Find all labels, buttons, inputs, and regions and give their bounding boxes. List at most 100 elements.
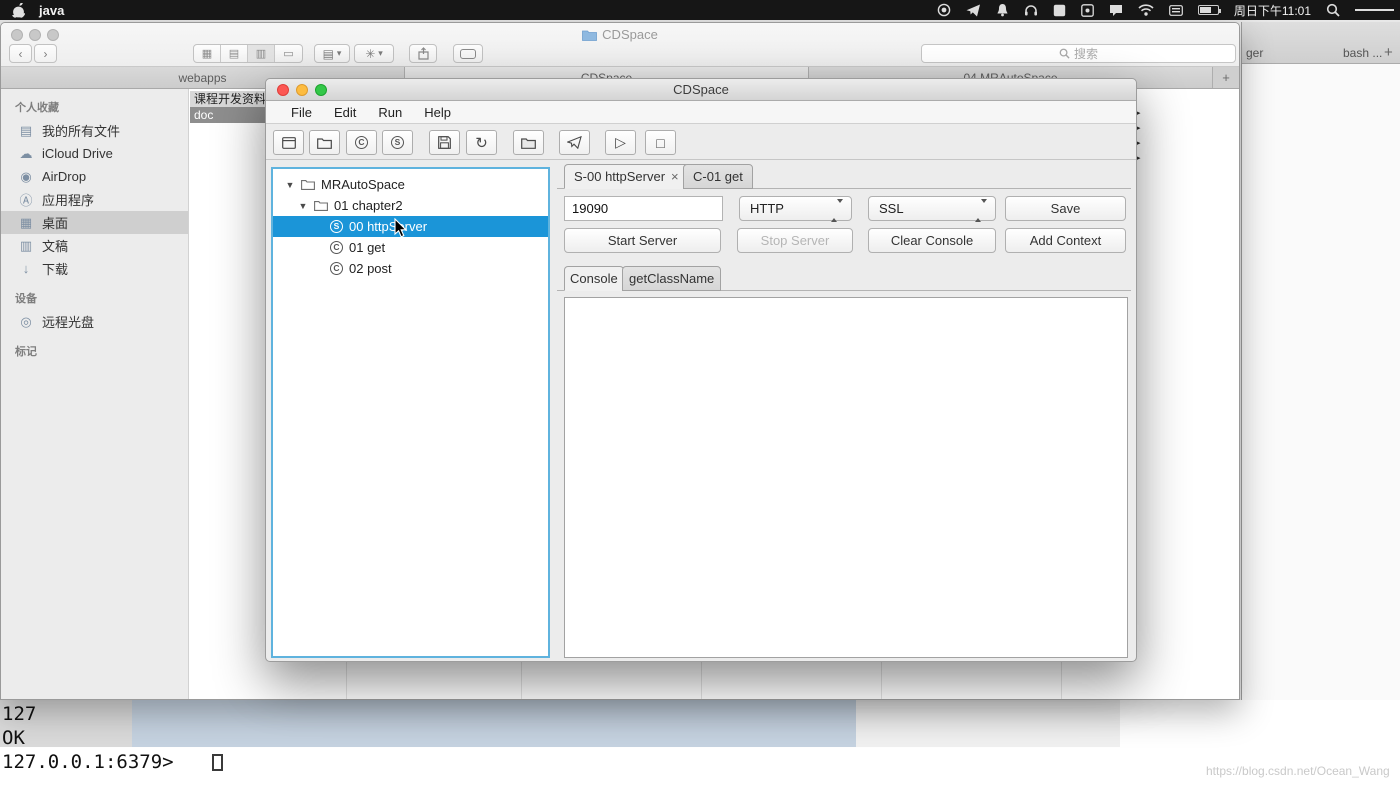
cdspace-app-window: CDSpace File Edit Run Help C S bbox=[265, 78, 1137, 662]
bell-icon[interactable] bbox=[996, 3, 1009, 17]
protocol-select[interactable]: HTTP bbox=[739, 196, 852, 221]
screen: java bbox=[0, 0, 1400, 788]
stop-button[interactable]: □ bbox=[645, 130, 676, 155]
arrange-menu-button[interactable]: ▤▾ bbox=[314, 44, 350, 63]
app-menubar: File Edit Run Help bbox=[266, 101, 1136, 124]
tag-button[interactable] bbox=[453, 44, 483, 63]
menu-edit[interactable]: Edit bbox=[323, 105, 367, 120]
folder-icon bbox=[314, 200, 328, 211]
port-input[interactable] bbox=[564, 196, 723, 221]
run-button[interactable]: ▷ bbox=[605, 130, 636, 155]
new-client-button[interactable]: C bbox=[346, 130, 377, 155]
open-project-button[interactable] bbox=[309, 130, 340, 155]
telegram-icon[interactable] bbox=[966, 3, 981, 17]
finder-window-title: CDSpace bbox=[1, 27, 1239, 42]
circle-s-icon: S bbox=[391, 136, 404, 149]
background-tab-partial[interactable]: ger bbox=[1246, 46, 1263, 60]
airdrop-icon: ◉ bbox=[18, 169, 34, 185]
combo-arrows-icon bbox=[831, 203, 843, 218]
redis-terminal[interactable]: 127 OK 127.0.0.1:6379> bbox=[0, 700, 1400, 788]
background-artifact-arrows: ▸▸▸▸ bbox=[1137, 106, 1141, 166]
view-columns-button[interactable]: ▥ bbox=[248, 45, 275, 62]
send-request-button[interactable] bbox=[559, 130, 590, 155]
add-context-button[interactable]: Add Context bbox=[1005, 228, 1126, 253]
tree-node-chapter2[interactable]: ▼ 01 chapter2 bbox=[273, 195, 548, 216]
sidebar-section-tags: 标记 bbox=[1, 343, 188, 359]
folder-icon bbox=[521, 137, 536, 149]
project-tree-panel: ▼ MRAutoSpace ▼ 01 chapter2 S 00 httpSer… bbox=[271, 167, 550, 658]
disclosure-triangle-icon[interactable]: ▼ bbox=[285, 180, 295, 190]
sidebar-item-documents[interactable]: ▥文稿 bbox=[1, 234, 188, 257]
view-list-button[interactable]: ▤ bbox=[221, 45, 248, 62]
sidebar-item-all-files[interactable]: ▤我的所有文件 bbox=[1, 119, 188, 142]
ssl-select[interactable]: SSL bbox=[868, 196, 996, 221]
refresh-button[interactable]: ↻ bbox=[466, 130, 497, 155]
start-server-button[interactable]: Start Server bbox=[564, 228, 721, 253]
tab-c01-get[interactable]: C-01 get bbox=[683, 164, 753, 189]
new-project-button[interactable] bbox=[273, 130, 304, 155]
menu-help[interactable]: Help bbox=[413, 105, 462, 120]
disclosure-triangle-icon[interactable]: ▼ bbox=[298, 201, 308, 211]
folder-icon bbox=[582, 29, 597, 41]
share-icon bbox=[418, 47, 429, 60]
save-button[interactable]: Save bbox=[1005, 196, 1126, 221]
sidebar-item-applications[interactable]: Ⓐ应用程序 bbox=[1, 188, 188, 211]
finder-new-tab-button[interactable]: + bbox=[1213, 67, 1239, 88]
input-source-icon[interactable] bbox=[1053, 3, 1066, 17]
active-app-name[interactable]: java bbox=[39, 3, 64, 18]
downloads-icon: ↓ bbox=[18, 261, 34, 276]
menu-file[interactable]: File bbox=[280, 105, 323, 120]
app-status-icon[interactable] bbox=[1081, 3, 1094, 17]
back-button[interactable]: ‹ bbox=[9, 44, 32, 63]
finder-sidebar: 个人收藏 ▤我的所有文件 ☁iCloud Drive ◉AirDrop Ⓐ应用程… bbox=[1, 89, 189, 699]
tree-node-root[interactable]: ▼ MRAutoSpace bbox=[273, 174, 548, 195]
view-grid-button[interactable]: ▦ bbox=[194, 45, 221, 62]
spotlight-search-icon[interactable] bbox=[1326, 3, 1340, 17]
console-output-area[interactable] bbox=[564, 297, 1128, 658]
background-terminal-window: ger bash ... + bbox=[1241, 22, 1400, 788]
view-coverflow-button[interactable]: ▭ bbox=[275, 45, 302, 62]
tree-node-post[interactable]: C 02 post bbox=[273, 258, 548, 279]
console-tab-strip: Console getClassName bbox=[557, 266, 1131, 291]
tab-getclassname[interactable]: getClassName bbox=[622, 266, 721, 291]
headset-icon[interactable] bbox=[1024, 3, 1038, 17]
record-status-icon[interactable] bbox=[937, 3, 951, 17]
stop-server-button[interactable]: Stop Server bbox=[737, 228, 853, 253]
new-server-button[interactable]: S bbox=[382, 130, 413, 155]
sidebar-item-airdrop[interactable]: ◉AirDrop bbox=[1, 165, 188, 188]
wifi-icon[interactable] bbox=[1138, 3, 1154, 17]
workspace-button[interactable] bbox=[513, 130, 544, 155]
tab-console[interactable]: Console bbox=[564, 266, 624, 291]
chevron-down-icon: ▾ bbox=[337, 48, 342, 59]
sidebar-item-downloads[interactable]: ↓下载 bbox=[1, 257, 188, 280]
chat-status-icon[interactable] bbox=[1109, 3, 1123, 17]
menubar-clock[interactable]: 周日下午11:01 bbox=[1234, 2, 1311, 19]
tree-node-get[interactable]: C 01 get bbox=[273, 237, 548, 258]
sidebar-item-remote-disc[interactable]: ◎远程光盘 bbox=[1, 310, 188, 333]
circle-s-icon: S bbox=[330, 220, 343, 233]
share-button[interactable] bbox=[409, 44, 437, 63]
circle-c-icon: C bbox=[355, 136, 368, 149]
clear-console-button[interactable]: Clear Console bbox=[868, 228, 996, 253]
terminal-line-1: 127 bbox=[0, 702, 1400, 726]
keyboard-brightness-icon[interactable] bbox=[1169, 3, 1183, 17]
sidebar-item-desktop[interactable]: ▦桌面 bbox=[1, 211, 188, 234]
background-tab-bash[interactable]: bash ... bbox=[1343, 46, 1382, 60]
action-gear-button[interactable]: ✳▾ bbox=[354, 44, 394, 63]
circle-c-icon: C bbox=[330, 262, 343, 275]
apple-menu-icon[interactable] bbox=[12, 3, 25, 17]
sidebar-section-devices: 设备 bbox=[1, 290, 188, 306]
mouse-cursor bbox=[394, 218, 408, 242]
sidebar-item-icloud[interactable]: ☁iCloud Drive bbox=[1, 142, 188, 165]
forward-button[interactable]: › bbox=[34, 44, 57, 63]
menu-run[interactable]: Run bbox=[367, 105, 413, 120]
disc-icon: ◎ bbox=[18, 314, 34, 330]
tab-close-icon[interactable]: × bbox=[671, 169, 679, 184]
battery-icon[interactable] bbox=[1198, 5, 1219, 15]
notification-center-icon[interactable] bbox=[1355, 3, 1394, 17]
tree-node-httpserver[interactable]: S 00 httpServer bbox=[273, 216, 548, 237]
background-new-tab-button[interactable]: + bbox=[1384, 44, 1393, 61]
tab-s00-httpserver[interactable]: S-00 httpServer × bbox=[564, 164, 689, 189]
save-toolbar-button[interactable] bbox=[429, 130, 460, 155]
finder-search-input[interactable]: 搜索 bbox=[921, 44, 1236, 63]
